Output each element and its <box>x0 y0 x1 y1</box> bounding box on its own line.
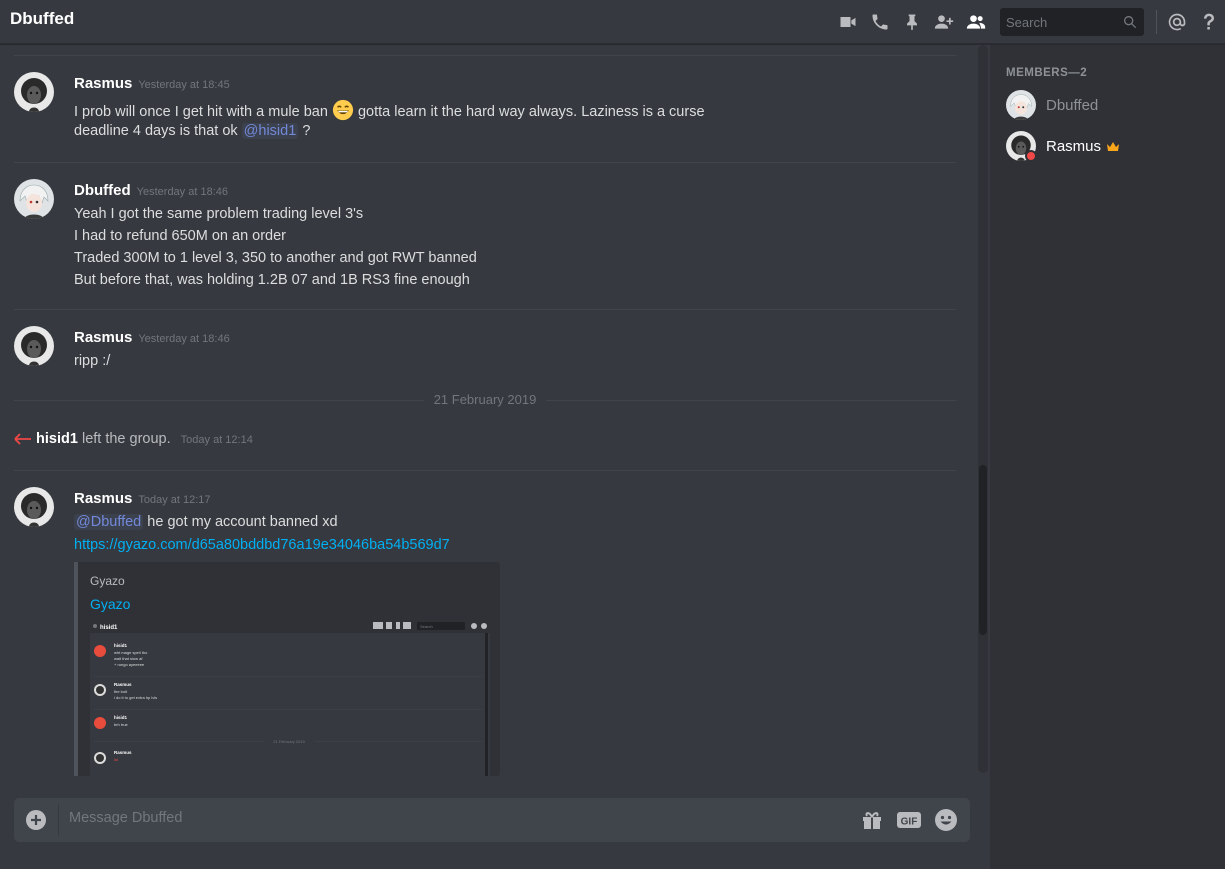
message-divider <box>14 470 956 471</box>
message-text: I had to refund 650M on an order <box>74 228 287 244</box>
message-composer: GIF <box>14 798 970 842</box>
svg-text:hisid1: hisid1 <box>114 643 128 648</box>
member-list-icon[interactable] <box>960 0 992 44</box>
message-list[interactable]: Rasmus Yesterday at 18:45 I prob will onc… <box>0 45 990 785</box>
system-message: hisid1 left the group. Today at 12:14 <box>14 431 253 447</box>
embed-image[interactable]: hisid1 Search hisid1 wht mage spell tho <box>90 619 490 776</box>
upload-plus-icon[interactable] <box>24 808 48 832</box>
channel-title: Dbuffed <box>10 9 75 28</box>
system-text: left the group. <box>81 431 171 447</box>
member-item-rasmus[interactable]: Rasmus <box>1006 128 1216 164</box>
message-text: ? <box>302 123 311 139</box>
message-timestamp: Today at 12:17 <box>138 494 211 506</box>
message-content: I prob will once I get hit with a mule b… <box>74 99 705 121</box>
gift-icon[interactable] <box>860 808 884 832</box>
search-field[interactable] <box>1000 8 1144 36</box>
add-friend-icon[interactable] <box>928 0 960 44</box>
user-mention[interactable]: @hisid1 <box>241 123 299 139</box>
svg-text:i do it to get extra hp lvls: i do it to get extra hp lvls <box>114 695 157 700</box>
svg-text:21 February 2019: 21 February 2019 <box>273 739 305 744</box>
member-list: MEMBERS—2 Dbuffed Rasmus <box>990 45 1225 869</box>
svg-text:hisid1: hisid1 <box>114 715 128 720</box>
svg-text:Rasmus: Rasmus <box>114 682 132 687</box>
avatar[interactable] <box>14 72 54 112</box>
help-icon[interactable] <box>1193 0 1225 44</box>
date-divider: 21 February 2019 <box>14 390 956 410</box>
grinning-emoji-icon <box>332 99 354 121</box>
message-link[interactable]: https://gyazo.com/d65a80bddbd76a19e34046… <box>74 537 450 553</box>
avatar[interactable] <box>14 179 54 219</box>
message-content: @Dbuffed he got my account banned xd <box>74 514 338 530</box>
message-divider <box>14 309 956 310</box>
pin-icon[interactable] <box>896 0 928 44</box>
svg-text:Rasmus: Rasmus <box>114 750 132 755</box>
message-text: deadline 4 days is that ok <box>74 123 238 139</box>
system-user[interactable]: hisid1 <box>36 431 78 447</box>
svg-text:lol: lol <box>114 757 118 762</box>
message-text: gotta learn it the hard way always. Lazi… <box>357 104 705 120</box>
app-window: Dbuffed Search Rasmus Yesterday at 18:45… <box>0 0 1225 869</box>
message-author[interactable]: Dbuffed Yesterday at 18:46 <box>74 182 228 199</box>
message-input[interactable] <box>69 810 829 826</box>
message-text: he got my account banned xd <box>147 514 338 530</box>
mention-icon[interactable] <box>1161 0 1193 44</box>
avatar <box>1006 90 1036 120</box>
svg-text:hisid1: hisid1 <box>100 625 118 631</box>
message-text: But before that, was holding 1.2B 07 and… <box>74 272 470 288</box>
message-timestamp: Yesterday at 18:45 <box>138 79 230 91</box>
avatar[interactable] <box>14 326 54 366</box>
message-author[interactable]: Rasmus Yesterday at 18:45 <box>74 75 230 92</box>
message-group: Rasmus Yesterday at 18:46 ripp :/ <box>14 324 956 374</box>
message-divider <box>14 55 956 56</box>
message-text: I prob will once I get hit with a mule b… <box>74 104 328 120</box>
members-header: MEMBERS—2 <box>1006 67 1088 79</box>
system-timestamp: Today at 12:14 <box>180 434 253 446</box>
svg-text:Search: Search <box>420 624 433 629</box>
link-embed: Gyazo Gyazo hisid1 Search hisid1 wht mag… <box>74 562 500 776</box>
svg-text:wht mage spell tho: wht mage spell tho <box>114 650 148 655</box>
message-timestamp: Yesterday at 18:46 <box>136 186 228 198</box>
member-name: Dbuffed <box>1046 96 1099 114</box>
member-item-dbuffed[interactable]: Dbuffed <box>1006 87 1216 123</box>
message-group: Dbuffed Yesterday at 18:46 Yeah I got the… <box>14 177 956 297</box>
member-name: Rasmus <box>1046 137 1102 155</box>
message-author[interactable]: Rasmus Yesterday at 18:46 <box>74 329 230 346</box>
video-call-icon[interactable] <box>832 0 864 44</box>
svg-text:+ rungo ayeeeee: + rungo ayeeeee <box>114 662 145 667</box>
message-group: Rasmus Today at 12:17 @Dbuffed he got my … <box>14 485 956 785</box>
user-mention[interactable]: @Dbuffed <box>74 514 144 530</box>
crown-icon <box>1107 141 1120 151</box>
leave-arrow-icon <box>14 433 31 445</box>
message-author[interactable]: Rasmus Today at 12:17 <box>74 490 211 507</box>
svg-text:wait that slow af: wait that slow af <box>114 656 143 661</box>
svg-text:GIF: GIF <box>901 817 918 828</box>
channel-header: Dbuffed <box>0 0 1225 44</box>
message-text: Traded 300M to 1 level 3, 350 to another… <box>74 250 477 266</box>
date-divider-label: 21 February 2019 <box>423 392 547 407</box>
avatar[interactable] <box>14 487 54 527</box>
message-timestamp: Yesterday at 18:46 <box>138 333 230 345</box>
message-divider <box>14 162 956 163</box>
svg-text:brh true: brh true <box>114 722 129 727</box>
message-text: Yeah I got the same problem trading leve… <box>74 206 364 222</box>
chat-scrollbar-thumb[interactable] <box>979 465 987 635</box>
header-toolbar <box>832 0 1225 44</box>
composer-divider <box>58 804 59 836</box>
embed-title[interactable]: Gyazo <box>90 596 130 612</box>
embed-provider: Gyazo <box>90 574 125 588</box>
search-icon <box>1124 16 1137 29</box>
voice-call-icon[interactable] <box>864 0 896 44</box>
message-text: ripp :/ <box>74 353 111 369</box>
chat-scrollbar-track[interactable] <box>978 45 988 773</box>
svg-text:fire bolt: fire bolt <box>114 689 128 694</box>
header-divider <box>1156 10 1157 34</box>
message-content: deadline 4 days is that ok @hisid1 ? <box>74 123 310 139</box>
dnd-status-icon <box>1025 150 1037 162</box>
emoji-picker-icon[interactable] <box>934 808 958 832</box>
gif-button[interactable]: GIF <box>896 809 922 831</box>
search-input[interactable] <box>1006 14 1116 30</box>
message-group: Rasmus Yesterday at 18:45 I prob will onc… <box>14 70 956 150</box>
